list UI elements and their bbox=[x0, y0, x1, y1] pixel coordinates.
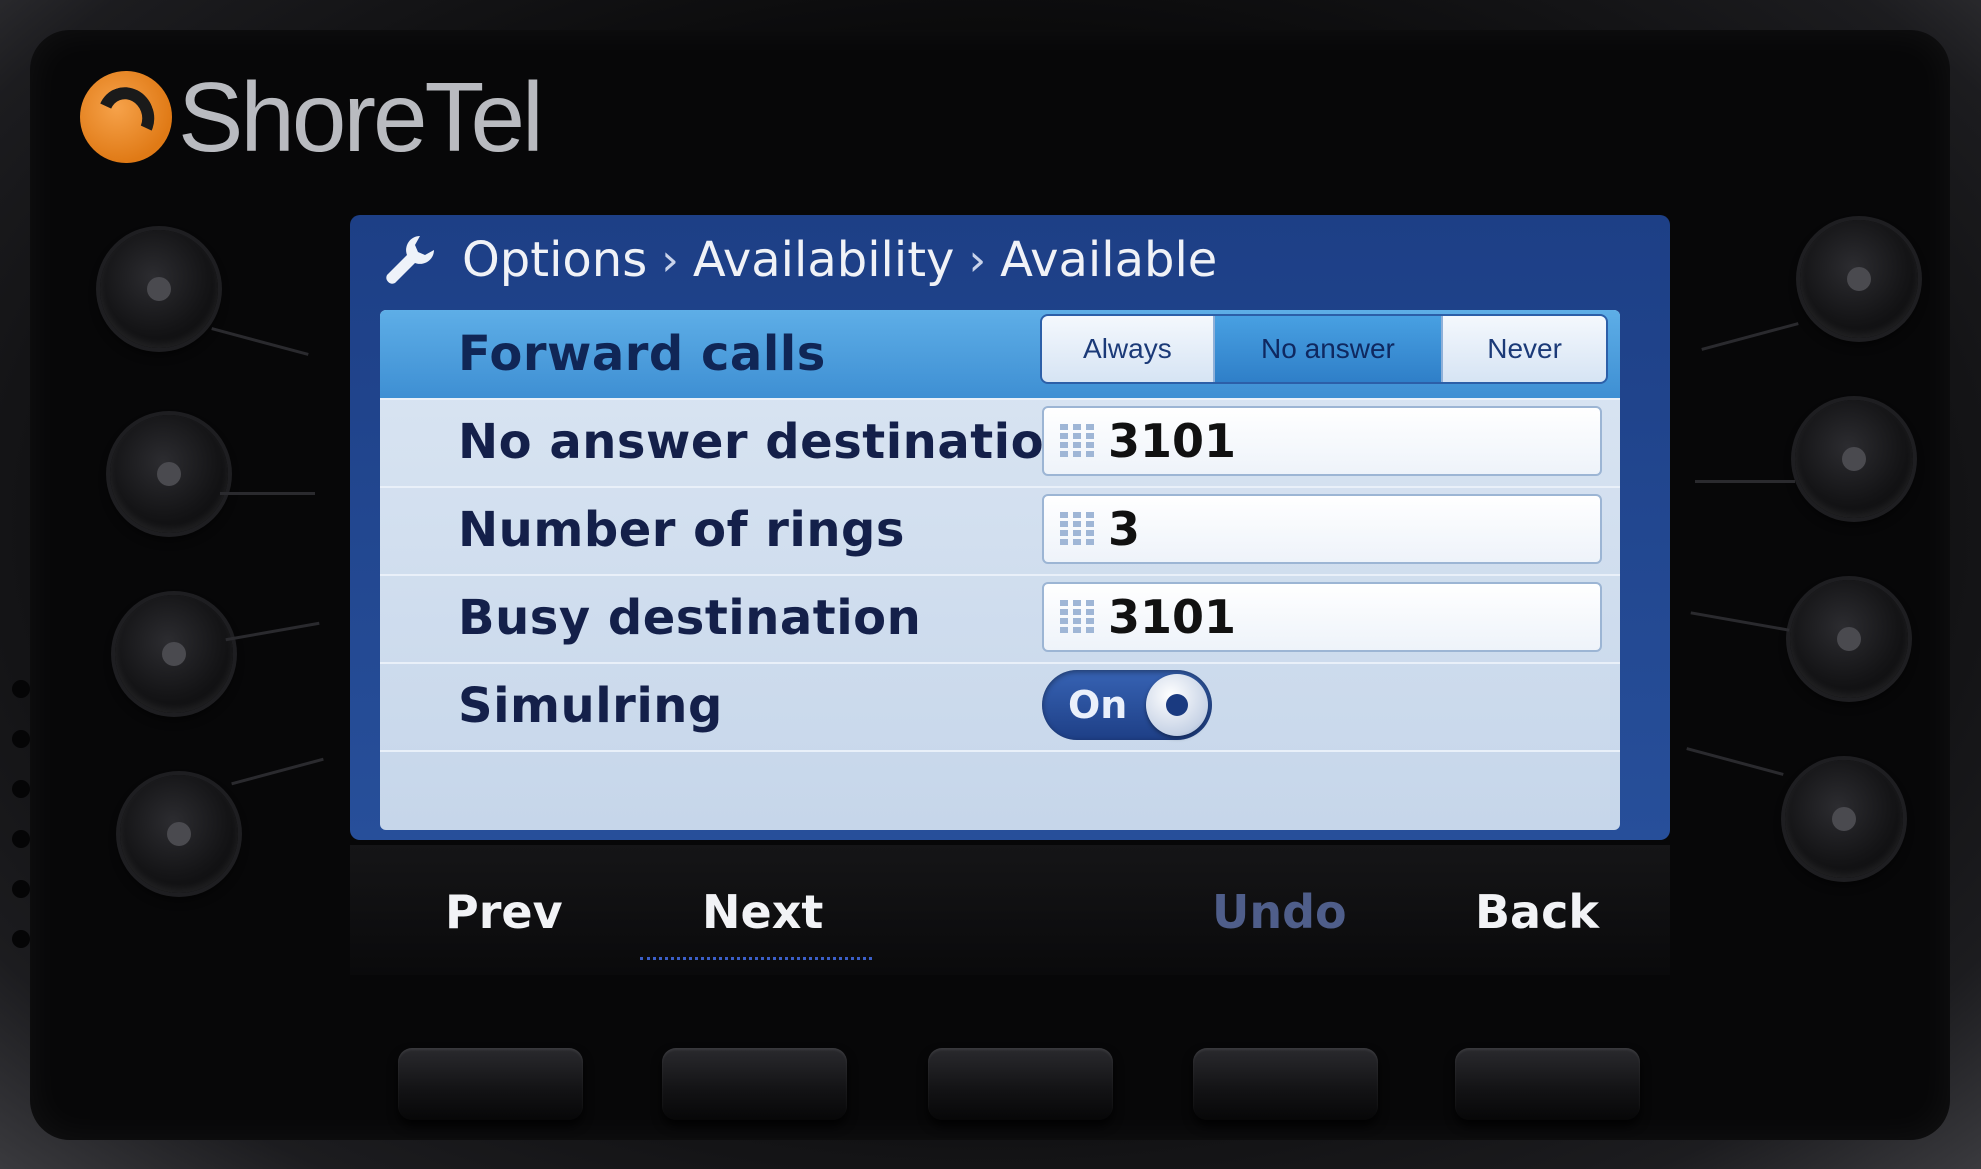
brand-logo: ShoreTel bbox=[80, 62, 544, 172]
softkey-back[interactable]: Back bbox=[1475, 885, 1599, 939]
row-busy-destination[interactable]: Busy destination 3101 bbox=[380, 574, 1620, 664]
speaker-grille-dot bbox=[12, 830, 30, 848]
hardware-softkey-2[interactable] bbox=[662, 1048, 847, 1120]
phone-body: ShoreTel Options › Availability › Availa… bbox=[0, 0, 1981, 1169]
right-line-key-2[interactable] bbox=[1795, 400, 1913, 518]
row-label: Number of rings bbox=[458, 502, 905, 558]
softkey-bar: Prev Next Undo Back bbox=[350, 845, 1670, 975]
left-line-key-2[interactable] bbox=[110, 415, 228, 533]
row-forward-calls[interactable]: Forward calls Always No answer Never bbox=[380, 310, 1620, 400]
busy-destination-input[interactable]: 3101 bbox=[1042, 582, 1602, 652]
hardware-softkey-1[interactable] bbox=[398, 1048, 583, 1120]
shoretel-swirl-logo-icon bbox=[80, 71, 172, 163]
right-line-key-3[interactable] bbox=[1790, 580, 1908, 698]
field-value: 3 bbox=[1108, 502, 1141, 556]
simulring-toggle[interactable]: On bbox=[1042, 670, 1212, 740]
settings-list: Forward calls Always No answer Never No … bbox=[380, 310, 1620, 830]
right-line-key-4[interactable] bbox=[1785, 760, 1903, 878]
breadcrumb: Options › Availability › Available bbox=[380, 225, 1217, 295]
key-divider bbox=[1695, 480, 1795, 483]
keypad-icon bbox=[1060, 512, 1094, 545]
phone-display: Options › Availability › Available Forwa… bbox=[350, 215, 1670, 840]
speaker-grille-dot bbox=[12, 680, 30, 698]
left-line-key-3[interactable] bbox=[115, 595, 233, 713]
hardware-softkey-4[interactable] bbox=[1193, 1048, 1378, 1120]
breadcrumb-item-availability: Availability bbox=[692, 232, 955, 288]
breadcrumb-item-available: Available bbox=[1000, 232, 1218, 288]
softkey-prev[interactable]: Prev bbox=[445, 885, 563, 939]
option-no-answer[interactable]: No answer bbox=[1214, 316, 1444, 382]
toggle-knob bbox=[1146, 674, 1208, 736]
option-always[interactable]: Always bbox=[1042, 316, 1215, 382]
speaker-grille-dot bbox=[12, 730, 30, 748]
row-label: No answer destination bbox=[458, 414, 1079, 470]
field-value: 3101 bbox=[1108, 590, 1237, 644]
hardware-softkey-3[interactable] bbox=[928, 1048, 1113, 1120]
left-line-key-4[interactable] bbox=[120, 775, 238, 893]
left-line-key-1[interactable] bbox=[100, 230, 218, 348]
chevron-right-icon: › bbox=[661, 234, 679, 286]
option-never[interactable]: Never bbox=[1443, 316, 1606, 382]
focus-indicator bbox=[640, 957, 872, 960]
row-number-of-rings[interactable]: Number of rings 3 bbox=[380, 486, 1620, 576]
hardware-softkey-5[interactable] bbox=[1455, 1048, 1640, 1120]
speaker-grille-dot bbox=[12, 930, 30, 948]
speaker-grille-dot bbox=[12, 880, 30, 898]
key-divider bbox=[220, 492, 315, 495]
chevron-right-icon: › bbox=[968, 234, 987, 286]
wrench-icon bbox=[386, 236, 434, 284]
row-label: Busy destination bbox=[458, 590, 922, 646]
field-value: 3101 bbox=[1108, 414, 1237, 468]
keypad-icon bbox=[1060, 600, 1094, 633]
softkey-next[interactable]: Next bbox=[702, 885, 823, 939]
row-simulring[interactable]: Simulring On bbox=[380, 662, 1620, 752]
right-line-key-1[interactable] bbox=[1800, 220, 1918, 338]
breadcrumb-item-options: Options bbox=[462, 232, 648, 288]
row-no-answer-destination[interactable]: No answer destination 3101 bbox=[380, 398, 1620, 488]
forward-calls-segmented-control[interactable]: Always No answer Never bbox=[1042, 316, 1606, 382]
row-label: Simulring bbox=[458, 678, 723, 734]
softkey-undo: Undo bbox=[1212, 885, 1347, 939]
number-of-rings-input[interactable]: 3 bbox=[1042, 494, 1602, 564]
speaker-grille-dot bbox=[12, 780, 30, 798]
keypad-icon bbox=[1060, 424, 1094, 457]
toggle-state-label: On bbox=[1068, 683, 1128, 727]
row-label: Forward calls bbox=[458, 326, 826, 382]
brand-name: ShoreTel bbox=[178, 62, 544, 172]
no-answer-destination-input[interactable]: 3101 bbox=[1042, 406, 1602, 476]
